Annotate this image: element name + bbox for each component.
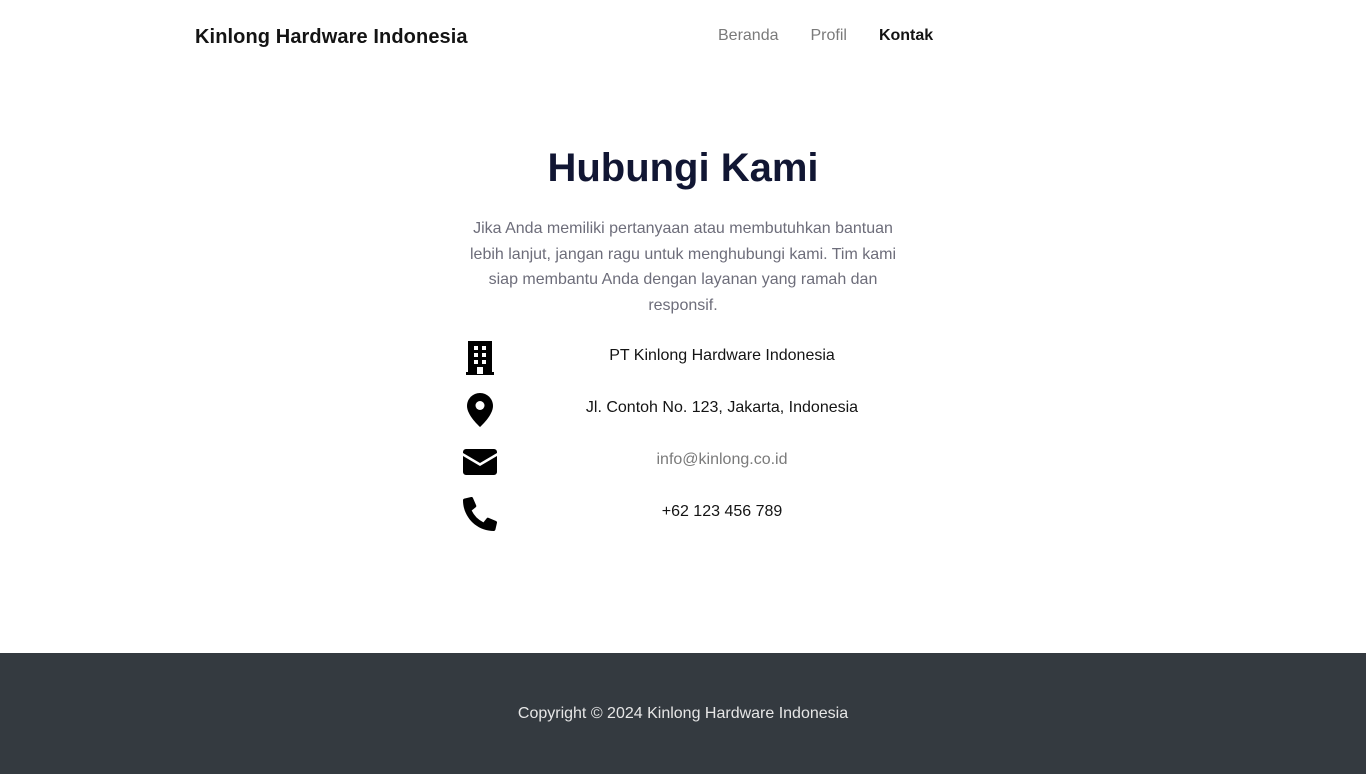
contact-list: PT Kinlong Hardware Indonesia Jl. Contoh…: [460, 338, 880, 546]
contact-page: Kinlong Hardware Indonesia Beranda Profi…: [0, 0, 1366, 774]
nav-item-kontak[interactable]: Kontak: [879, 26, 933, 46]
contact-item-phone: +62 123 456 789: [460, 494, 880, 546]
email-text: info@kinlong.co.id: [520, 450, 924, 470]
nav-item-beranda[interactable]: Beranda: [718, 26, 779, 46]
envelope-icon: [460, 442, 500, 482]
map-marker-icon: [460, 390, 500, 430]
phone-icon: [460, 494, 500, 534]
brand-logo-link[interactable]: Kinlong Hardware Indonesia: [195, 24, 468, 50]
main-nav: Beranda Profil Kontak: [718, 26, 933, 46]
contact-item-company: PT Kinlong Hardware Indonesia: [460, 338, 880, 390]
email-link[interactable]: info@kinlong.co.id: [657, 451, 788, 468]
contact-item-email[interactable]: info@kinlong.co.id: [460, 442, 880, 494]
company-name: PT Kinlong Hardware Indonesia: [609, 347, 835, 364]
copyright-text: Copyright © 2024 Kinlong Hardware Indone…: [517, 705, 849, 722]
address-text: Jl. Contoh No. 123, Jakarta, Indonesia: [585, 399, 859, 416]
site-footer: Copyright © 2024 Kinlong Hardware Indone…: [0, 653, 1366, 774]
title-highlight: Kami: [720, 146, 819, 195]
page-title: Hubungi Kami: [0, 145, 1366, 195]
building-icon: [460, 338, 500, 378]
site-header: Kinlong Hardware Indonesia Beranda Profi…: [0, 0, 1366, 72]
contact-item-address: Jl. Contoh No. 123, Jakarta, Indonesia: [460, 390, 880, 442]
nav-item-profil[interactable]: Profil: [811, 26, 847, 46]
intro-text: Jika Anda memiliki pertanyaan atau membu…: [469, 220, 897, 314]
phone-text: +62 123 456 789: [661, 503, 783, 520]
title-plain: Hubungi: [547, 146, 710, 190]
